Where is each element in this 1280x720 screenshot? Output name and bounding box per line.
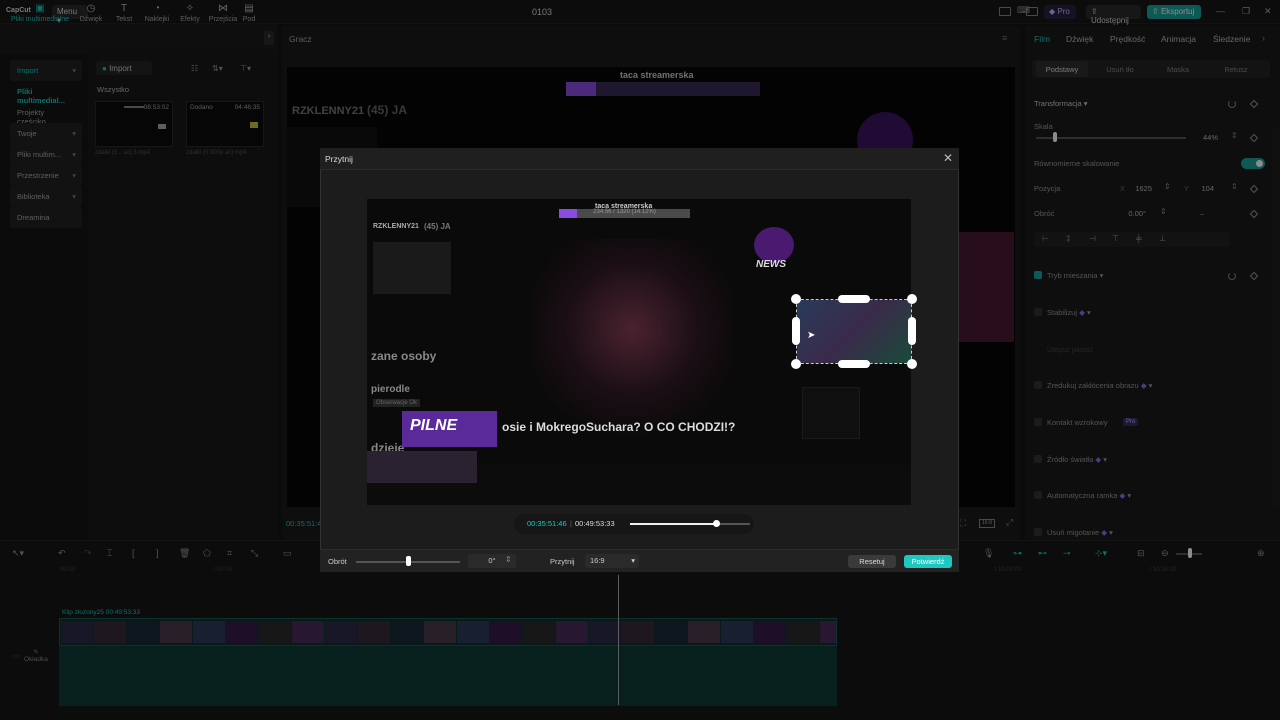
- crop-handle-top[interactable]: [838, 295, 870, 303]
- crop-seek-fill: [630, 523, 717, 525]
- crop-ratio-label: Przytnij: [550, 557, 575, 566]
- video-headline: osie i MokregoSuchara? O CO CHODZI!?: [502, 420, 736, 434]
- streamer-image: [532, 239, 732, 439]
- news-text: NEWS: [756, 259, 786, 270]
- video-count: (45) JA: [424, 222, 451, 231]
- video-panel: [373, 242, 451, 294]
- crop-time-total: 00:49:53:33: [575, 519, 615, 528]
- crop-dialog-title: Przytnij: [325, 154, 353, 164]
- video-username: RZKLENNY21: [373, 223, 419, 230]
- close-icon[interactable]: ✕: [943, 151, 953, 165]
- crop-handle-tr[interactable]: [907, 294, 917, 304]
- stepper-icon[interactable]: ⇕: [505, 555, 512, 564]
- crop-handle-right[interactable]: [908, 317, 916, 345]
- news-logo: [754, 227, 794, 263]
- crop-handle-tl[interactable]: [791, 294, 801, 304]
- rotation-slider-knob[interactable]: [406, 556, 411, 566]
- video-sub: Obserwacje Ok: [373, 399, 421, 407]
- crop-time-current: 00:35:51:46: [527, 519, 567, 528]
- crop-handle-br[interactable]: [907, 359, 917, 369]
- crop-ratio-select[interactable]: 16:9 ▾: [585, 554, 639, 568]
- reset-button[interactable]: Resetuj: [848, 555, 896, 568]
- crop-ratio-value: 16:9: [590, 556, 605, 565]
- video-controls: [802, 387, 860, 439]
- video-bottom-thumb: [367, 451, 477, 483]
- crop-dialog-header: [320, 148, 959, 170]
- cursor-icon: ➤: [807, 330, 816, 341]
- time-separator: |: [570, 519, 572, 528]
- confirm-button[interactable]: Potwierdź: [904, 555, 952, 568]
- video-line: zane osoby: [371, 349, 437, 363]
- rotation-label: Obrót: [328, 557, 347, 566]
- crop-handle-bottom[interactable]: [838, 360, 870, 368]
- pilne-badge: PILNE: [402, 411, 497, 447]
- video-line: pierodle: [371, 384, 410, 395]
- stream-progress: 234.56 / 1320 (14.12%): [559, 209, 690, 218]
- crop-handle-left[interactable]: [792, 317, 800, 345]
- crop-handle-bl[interactable]: [791, 359, 801, 369]
- chevron-down-icon: ▾: [631, 556, 635, 565]
